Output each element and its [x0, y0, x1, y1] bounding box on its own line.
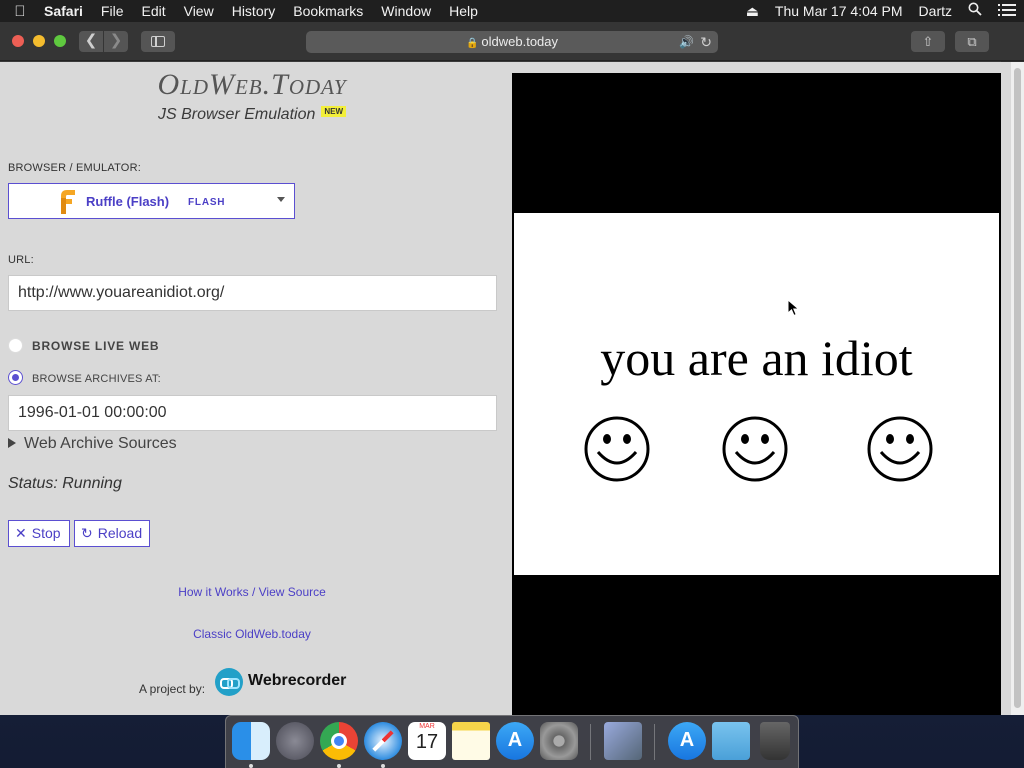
calendar-icon[interactable]: MAR 17: [408, 722, 446, 760]
notes-icon[interactable]: [452, 722, 490, 760]
launchpad-icon[interactable]: [276, 722, 314, 760]
downloads-folder-icon[interactable]: [712, 722, 750, 760]
running-indicator: [337, 764, 341, 768]
status-text: Status: Running: [8, 475, 122, 492]
smiley-face-icon: [722, 416, 788, 482]
menu-bar:  Safari File Edit View History Bookmark…: [0, 0, 1024, 22]
reload-icon: ↻: [81, 525, 93, 541]
emulator-name: Ruffle (Flash): [86, 194, 170, 209]
tabs-overview-icon: ⧉: [967, 34, 977, 49]
chrome-icon[interactable]: [320, 722, 358, 760]
sidebar-toggle-button[interactable]: [141, 31, 175, 52]
menu-edit[interactable]: Edit: [132, 0, 174, 22]
menu-help[interactable]: Help: [440, 0, 487, 22]
share-button[interactable]: ⇧: [911, 31, 945, 52]
show-tabs-button[interactable]: ⧉: [955, 31, 989, 52]
how-it-works-link[interactable]: How it Works / View Source: [0, 585, 504, 599]
url-input[interactable]: http://www.youareanidiot.org/: [8, 275, 497, 311]
share-icon: ⇧: [922, 34, 934, 49]
stop-button[interactable]: ✕ Stop: [8, 520, 70, 547]
notification-center-icon[interactable]: [990, 0, 1024, 22]
chevron-right-icon: ❯: [109, 32, 123, 49]
web-archive-sources-label: Web Archive Sources: [24, 435, 177, 452]
menubar-clock[interactable]: Thu Mar 17 4:04 PM: [767, 0, 911, 22]
lock-icon: 🔒: [465, 38, 479, 49]
safari-icon[interactable]: [364, 722, 402, 760]
reload-page-icon[interactable]: ↻: [700, 31, 712, 53]
stop-label: Stop: [31, 525, 61, 541]
scrollbar-thumb[interactable]: [1014, 68, 1021, 708]
webrecorder-logo-icon[interactable]: [215, 668, 243, 696]
menu-safari[interactable]: Safari: [40, 0, 92, 22]
minimize-window-button[interactable]: [33, 35, 45, 47]
dock: MAR 17 A A: [225, 715, 799, 768]
address-text: oldweb.today: [481, 34, 559, 49]
smiley-face-icon: [584, 416, 650, 482]
apple-menu-icon[interactable]: : [0, 3, 40, 20]
mouse-cursor-icon: [787, 299, 800, 317]
calendar-month: MAR: [419, 723, 435, 730]
web-page: OldWeb.Today JS Browser Emulation NEW BRO…: [0, 62, 1011, 715]
web-archive-sources-toggle[interactable]: Web Archive Sources: [8, 435, 177, 453]
page-scrollbar[interactable]: [1011, 62, 1024, 715]
menu-file[interactable]: File: [92, 0, 133, 22]
sidebar-icon: [151, 36, 165, 47]
emulator-label: BROWSER / EMULATOR:: [8, 162, 141, 174]
browse-archives-radio[interactable]: [8, 370, 23, 385]
eject-icon[interactable]: ⏏: [738, 0, 767, 22]
close-window-button[interactable]: [12, 35, 24, 47]
reload-button[interactable]: ↻ Reload: [74, 520, 150, 547]
preview-icon[interactable]: [604, 722, 642, 760]
running-indicator: [249, 764, 253, 768]
chevron-left-icon: ❮: [84, 32, 98, 49]
app-store-downloads-icon[interactable]: A: [668, 722, 706, 760]
safari-window: ❮ ❯ 🔒oldweb.today 🔊 ↻ ⇧ ⧉ + OldWeb.Today…: [0, 22, 1024, 715]
flash-icon: [61, 190, 75, 214]
menu-window[interactable]: Window: [372, 0, 440, 22]
menubar-user[interactable]: Dartz: [911, 0, 960, 22]
menu-bookmarks[interactable]: Bookmarks: [284, 0, 372, 22]
menu-view[interactable]: View: [175, 0, 223, 22]
flash-content[interactable]: you are an idiot: [514, 213, 999, 575]
project-by-label: A project by:: [139, 682, 206, 696]
running-indicator: [381, 764, 385, 768]
subtitle-text: JS Browser Emulation: [157, 106, 316, 123]
menu-history[interactable]: History: [223, 0, 285, 22]
browse-live-radio[interactable]: [8, 338, 23, 353]
emulator-tag: FLASH: [188, 197, 226, 208]
app-store-icon[interactable]: A: [496, 722, 534, 760]
control-panel: OldWeb.Today JS Browser Emulation NEW BRO…: [0, 62, 512, 715]
browse-live-label[interactable]: BROWSE LIVE WEB: [32, 339, 159, 353]
trash-icon[interactable]: [760, 722, 790, 760]
finder-icon[interactable]: [232, 722, 270, 760]
new-badge: NEW: [321, 106, 347, 118]
address-bar[interactable]: 🔒 oldweb.today 🔊 ↻: [306, 31, 718, 53]
dock-separator: [590, 724, 591, 760]
chevron-down-icon: [277, 197, 285, 202]
forward-button[interactable]: ❯: [104, 31, 128, 52]
reload-label: Reload: [97, 525, 143, 541]
site-subtitle: JS Browser Emulation NEW: [0, 106, 504, 124]
browse-archives-label[interactable]: BROWSE ARCHIVES AT:: [32, 373, 161, 385]
emulator-viewport[interactable]: you are an idiot: [512, 73, 1001, 715]
spotlight-search-icon[interactable]: [960, 0, 990, 22]
archive-datetime-input[interactable]: 1996-01-01 00:00:00: [8, 395, 497, 431]
system-preferences-icon[interactable]: [540, 722, 578, 760]
webrecorder-link[interactable]: Webrecorder: [248, 672, 346, 690]
emulator-select[interactable]: Ruffle (Flash) FLASH: [8, 183, 295, 219]
back-button[interactable]: ❮: [79, 31, 103, 52]
smiley-face-icon: [867, 416, 933, 482]
disclosure-triangle-icon: [8, 438, 16, 448]
classic-oldweb-link[interactable]: Classic OldWeb.today: [0, 627, 504, 641]
flash-text: you are an idiot: [600, 330, 913, 386]
fullscreen-window-button[interactable]: [54, 35, 66, 47]
close-icon: ✕: [15, 525, 27, 541]
url-label: URL:: [8, 254, 34, 266]
dock-separator: [654, 724, 655, 760]
calendar-day: 17: [415, 731, 439, 753]
audio-playing-icon[interactable]: 🔊: [679, 31, 694, 53]
site-logo[interactable]: OldWeb.Today: [0, 68, 504, 102]
browser-toolbar: ❮ ❯ 🔒 oldweb.today 🔊 ↻ ⇧ ⧉: [0, 22, 1024, 61]
